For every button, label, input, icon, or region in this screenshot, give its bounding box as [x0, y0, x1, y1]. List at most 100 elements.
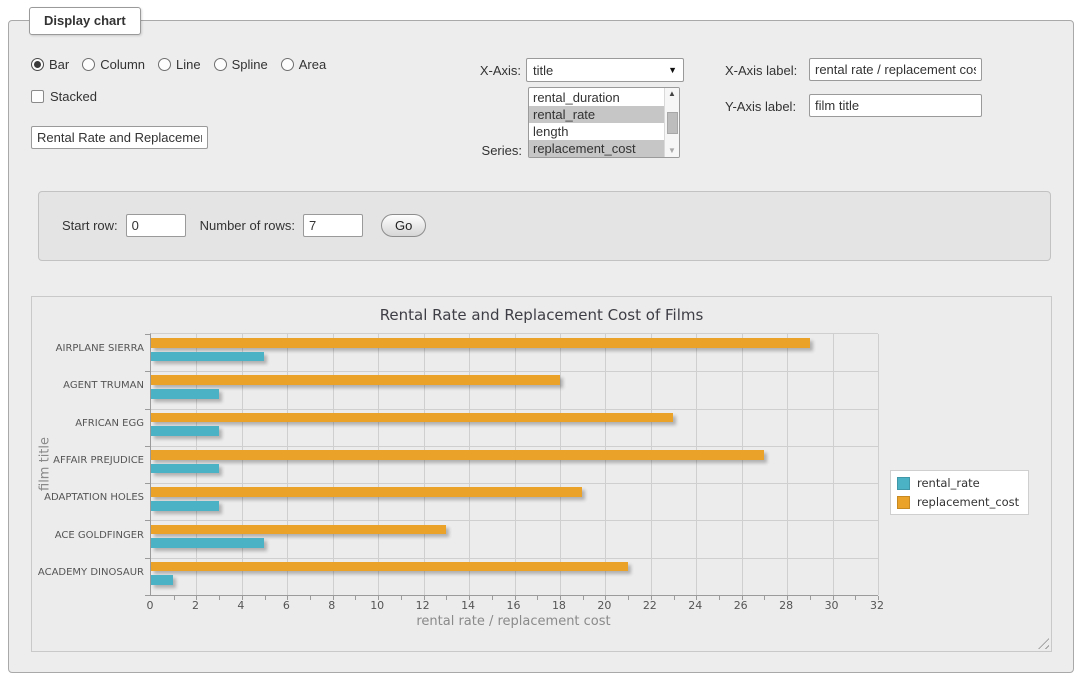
y-tick-mark	[145, 558, 150, 559]
x-axis-label-input[interactable]	[809, 58, 982, 81]
category-band	[151, 558, 878, 595]
x-axis-label-field-label: X-Axis label:	[725, 63, 797, 78]
bar-rental_rate	[151, 426, 219, 436]
x-tick-label: 18	[552, 599, 566, 612]
bar-replacement_cost	[151, 413, 673, 423]
radio-icon	[214, 58, 227, 71]
category-band	[151, 409, 878, 446]
bar-replacement_cost	[151, 338, 810, 348]
category-label: AGENT TRUMAN	[32, 367, 144, 404]
category-band	[151, 371, 878, 408]
x-tick-label: 10	[370, 599, 384, 612]
radio-label: Spline	[232, 57, 268, 72]
bar-rental_rate	[151, 575, 173, 585]
category-band	[151, 520, 878, 557]
radio-line[interactable]: Line	[158, 57, 201, 72]
radio-column[interactable]: Column	[82, 57, 145, 72]
bar-replacement_cost	[151, 525, 446, 535]
legend-label: rental_rate	[917, 476, 980, 490]
y-tick-mark	[145, 520, 150, 521]
y-axis-label-input[interactable]	[809, 94, 982, 117]
y-tick-mark	[145, 371, 150, 372]
radio-label: Area	[299, 57, 326, 72]
start-row-label: Start row:	[62, 218, 118, 233]
x-tick-mark	[401, 596, 402, 600]
legend-label: replacement_cost	[917, 495, 1019, 509]
series-options: rental_durationrental_ratelengthreplacem…	[529, 88, 664, 157]
category-band	[151, 334, 878, 371]
series-option-rental_duration[interactable]: rental_duration	[529, 89, 664, 106]
x-tick-label: 20	[597, 599, 611, 612]
x-tick-mark	[583, 596, 584, 600]
chart-legend: rental_rate replacement_cost	[890, 470, 1029, 515]
x-tick-label: 28	[779, 599, 793, 612]
x-axis-selected-value: title	[533, 63, 553, 78]
x-tick-label: 0	[147, 599, 154, 612]
category-label: ACE GOLDFINGER	[32, 516, 144, 553]
x-tick-label: 16	[507, 599, 521, 612]
x-tick-label: 32	[870, 599, 884, 612]
x-tick-mark	[764, 596, 765, 600]
x-tick-mark	[719, 596, 720, 600]
go-button[interactable]: Go	[381, 214, 426, 237]
gridline	[878, 334, 879, 595]
chart-title: Rental Rate and Replacement Cost of Film…	[32, 306, 1051, 324]
legend-item: replacement_cost	[897, 495, 1019, 509]
num-rows-label: Number of rows:	[200, 218, 295, 233]
num-rows-input[interactable]	[303, 214, 363, 237]
y-tick-mark	[145, 483, 150, 484]
y-tick-mark	[145, 334, 150, 335]
x-tick-label: 12	[416, 599, 430, 612]
radio-icon	[158, 58, 171, 71]
category-band	[151, 483, 878, 520]
x-tick-label: 6	[283, 599, 290, 612]
row-range-panel: Start row: Number of rows: Go	[38, 191, 1051, 261]
x-tick-mark	[219, 596, 220, 600]
bar-replacement_cost	[151, 562, 628, 572]
chart-title-input[interactable]	[31, 126, 208, 149]
series-listbox-label: Series:	[449, 143, 522, 158]
series-option-rental_rate[interactable]: rental_rate	[529, 106, 664, 123]
radio-area[interactable]: Area	[281, 57, 326, 72]
category-label: ACADEMY DINOSAUR	[32, 554, 144, 591]
legend-swatch	[897, 496, 910, 509]
category-label: ADAPTATION HOLES	[32, 479, 144, 516]
x-axis-title: rental rate / replacement cost	[150, 614, 877, 629]
x-tick-mark	[628, 596, 629, 600]
resize-handle-icon[interactable]	[1038, 638, 1049, 649]
radio-bar[interactable]: Bar	[31, 57, 69, 72]
bar-replacement_cost	[151, 487, 582, 497]
x-tick-mark	[310, 596, 311, 600]
bar-replacement_cost	[151, 375, 560, 385]
radio-spline[interactable]: Spline	[214, 57, 268, 72]
x-tick-mark	[537, 596, 538, 600]
x-tick-label: 14	[461, 599, 475, 612]
stacked-checkbox[interactable]	[31, 90, 44, 103]
category-label: AFRICAN EGG	[32, 405, 144, 442]
radio-label: Column	[100, 57, 145, 72]
x-tick-label: 22	[643, 599, 657, 612]
x-tick-mark	[355, 596, 356, 600]
display-chart-panel: Display chart BarColumnLineSplineArea St…	[8, 20, 1074, 673]
series-listbox[interactable]: rental_durationrental_ratelengthreplacem…	[528, 87, 680, 158]
x-axis-select[interactable]: title ▼	[526, 58, 684, 82]
scroll-down-icon[interactable]: ▼	[668, 146, 676, 156]
bar-replacement_cost	[151, 450, 764, 460]
listbox-scrollbar[interactable]: ▲ ▼	[664, 88, 679, 157]
radio-label: Line	[176, 57, 201, 72]
y-axis-label-field-label: Y-Axis label:	[725, 99, 796, 114]
x-tick-label: 26	[734, 599, 748, 612]
category-label: AIRPLANE SIERRA	[32, 330, 144, 367]
series-option-replacement_cost[interactable]: replacement_cost	[529, 140, 664, 157]
chevron-down-icon: ▼	[668, 65, 677, 75]
stacked-checkbox-row[interactable]: Stacked	[31, 89, 97, 104]
category-band	[151, 446, 878, 483]
category-label: AFFAIR PREJUDICE	[32, 442, 144, 479]
bar-rental_rate	[151, 464, 219, 474]
series-option-length[interactable]: length	[529, 123, 664, 140]
x-tick-label: 2	[192, 599, 199, 612]
scroll-up-icon[interactable]: ▲	[668, 89, 676, 99]
start-row-input[interactable]	[126, 214, 186, 237]
y-tick-mark	[145, 409, 150, 410]
scrollbar-thumb[interactable]	[667, 112, 678, 134]
